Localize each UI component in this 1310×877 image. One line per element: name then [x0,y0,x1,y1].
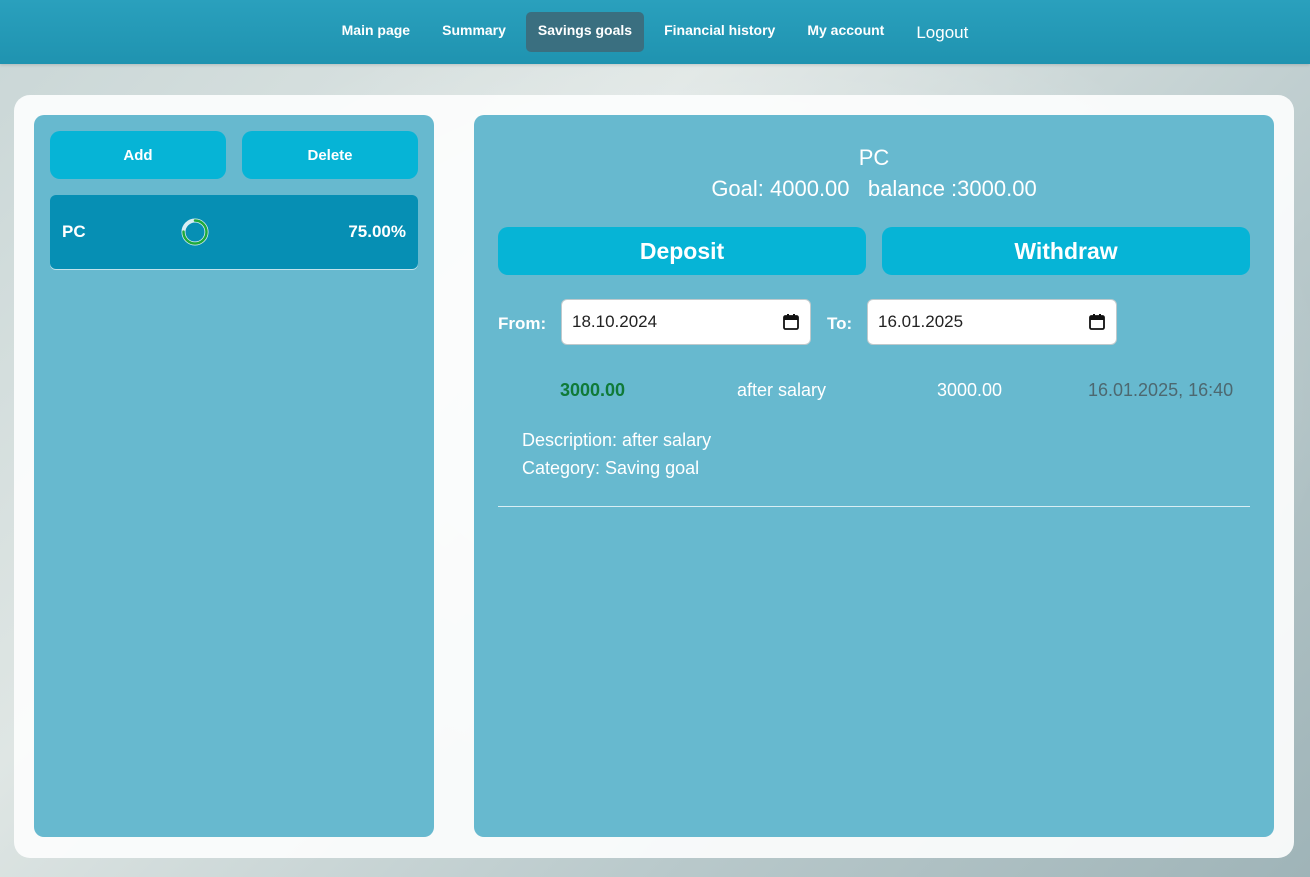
transaction-date: 16.01.2025, 16:40 [1088,380,1234,400]
goal-list-item[interactable]: PC 75.00% [50,195,418,269]
calendar-icon[interactable] [1088,313,1106,331]
transaction-amount: 3000.00 [560,380,626,400]
goal-name: PC [62,222,86,241]
goal-summary: Goal: 4000.00 balance :3000.00 [711,176,1037,201]
top-navbar: Main page Summary Savings goals Financia… [0,0,1310,64]
from-date-input[interactable]: 18.10.2024 [561,299,811,345]
to-date-input[interactable]: 16.01.2025 [867,299,1117,345]
nav-logout[interactable]: Logout [904,12,980,52]
deposit-button[interactable]: Deposit [498,227,866,275]
goal-detail-panel: PC Goal: 4000.00 balance :3000.00 Deposi… [474,115,1274,837]
progress-ring-icon [181,218,209,246]
to-date-value: 16.01.2025 [878,312,964,331]
delete-goal-button[interactable]: Delete [242,131,418,179]
from-date-value: 18.10.2024 [572,312,658,331]
goal-title: PC [858,145,890,170]
transaction-category: Category: Saving goal [522,458,700,478]
transaction-divider [498,506,1250,507]
add-goal-button[interactable]: Add [50,131,226,179]
to-label: To: [827,314,853,333]
goals-sidebar: Add Delete PC 75.00% [34,115,434,837]
transaction-balance: 3000.00 [937,380,1003,400]
nav-my-account[interactable]: My account [795,12,896,52]
content-card: Add Delete PC 75.00% PC Goal: 4000.00 ba… [14,95,1294,858]
transaction-row[interactable]: 3000.00 after salary 3000.00 16.01.2025,… [474,380,1274,410]
withdraw-button[interactable]: Withdraw [882,227,1250,275]
nav-financial-history[interactable]: Financial history [652,12,787,52]
nav-summary[interactable]: Summary [430,12,518,52]
nav-savings-goals[interactable]: Savings goals [525,12,645,52]
transaction-description: Description: after salary [522,430,712,450]
transaction-name: after salary [737,380,827,400]
nav-main-page[interactable]: Main page [330,12,422,52]
main-nav: Main page Summary Savings goals Financia… [0,12,1310,52]
calendar-icon[interactable] [782,313,800,331]
from-label: From: [498,314,547,333]
goal-percent: 75.00% [348,222,406,241]
